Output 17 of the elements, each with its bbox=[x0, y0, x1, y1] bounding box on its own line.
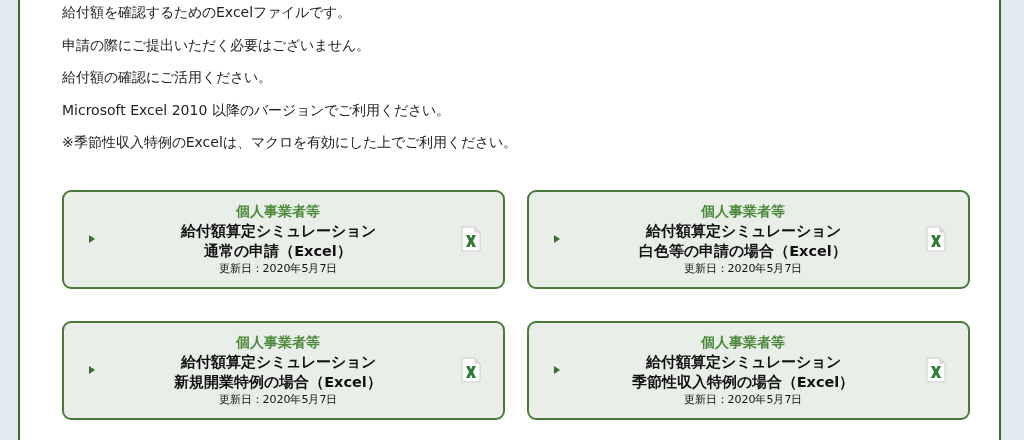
spreadsheet-file-icon bbox=[926, 357, 946, 383]
spreadsheet-file-icon bbox=[461, 226, 481, 252]
download-link[interactable]: 個人事業者等 給付額算定シミュレーション 白色等の申請の場合（Excel） 更新日：2020年5月7日 bbox=[527, 189, 970, 289]
download-link[interactable]: 個人事業者等 給付額算定シミュレーション 新規開業特例の場合（Excel） 更新日：2020年5月7日 bbox=[62, 320, 505, 420]
download-link[interactable]: 個人事業者等 給付額算定シミュレーション 通常の申請（Excel） 更新日：2020年5月7日 bbox=[62, 189, 505, 289]
triangle-icon bbox=[554, 235, 560, 243]
spreadsheet-file-icon bbox=[461, 357, 481, 383]
paragraph: 申請の際にご提出いただく必要はございません。 bbox=[62, 35, 371, 55]
paragraph: 給付額を確認するためのExcelファイルです。 bbox=[62, 3, 353, 22]
triangle-icon bbox=[89, 235, 95, 243]
triangle-icon bbox=[554, 366, 560, 374]
spreadsheet-file-icon bbox=[926, 226, 946, 252]
paragraph: ※季節性収入特例のExcelは、マクロを有効にした上でご利用ください。 bbox=[62, 133, 518, 152]
triangle-icon bbox=[89, 366, 95, 374]
paragraph: 給付額の確認にご活用ください。 bbox=[62, 68, 273, 87]
download-link[interactable]: 個人事業者等 給付額算定シミュレーション 季節性収入特例の場合（Excel） 更新日：2020年5月7日 bbox=[527, 320, 970, 420]
paragraph: Microsoft Excel 2010 以降のバージョンでご利用ください。 bbox=[62, 100, 451, 120]
